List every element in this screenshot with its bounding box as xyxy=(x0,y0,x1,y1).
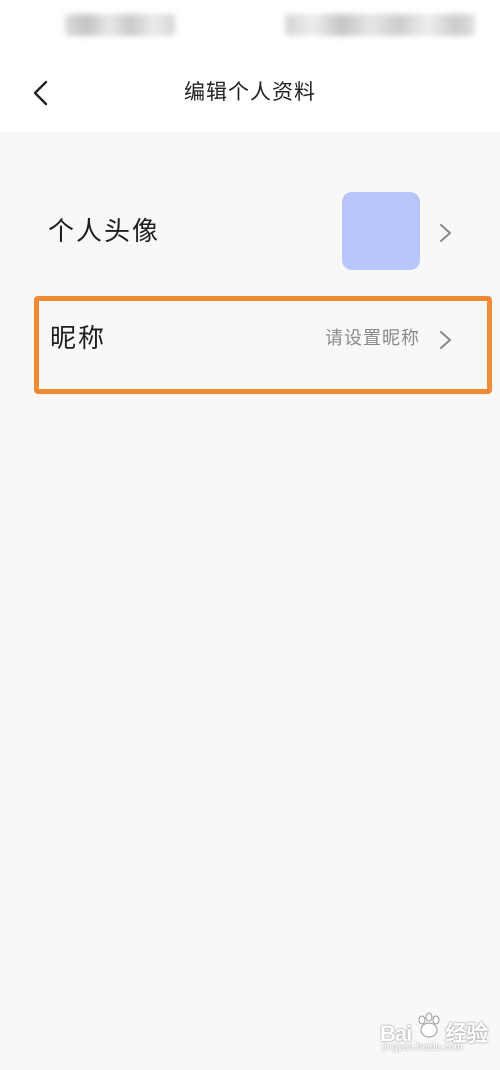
status-bar-left-blurred xyxy=(65,14,175,36)
status-bar-right-blurred xyxy=(285,14,475,36)
nickname-row[interactable]: 昵称 请设置昵称 xyxy=(0,295,500,390)
chevron-right-icon xyxy=(434,218,456,248)
page-title: 编辑个人资料 xyxy=(184,80,316,104)
chevron-right-icon xyxy=(434,325,456,355)
chevron-left-icon xyxy=(22,73,62,113)
avatar[interactable] xyxy=(342,192,420,270)
avatar-row[interactable]: 个人头像 xyxy=(0,180,500,285)
nickname-row-label: 昵称 xyxy=(50,324,107,354)
nav-bar: 编辑个人资料 xyxy=(0,55,500,132)
nickname-value: 请设置昵称 xyxy=(325,328,420,349)
baidu-jingyan-watermark: Bai 经验 jingyan.baidu.com xyxy=(380,1010,490,1060)
paw-icon xyxy=(414,1012,444,1040)
back-button[interactable] xyxy=(22,73,62,113)
avatar-row-label: 个人头像 xyxy=(48,217,161,247)
watermark-url: jingyan.baidu.com xyxy=(382,1042,463,1053)
status-bar xyxy=(0,0,500,55)
